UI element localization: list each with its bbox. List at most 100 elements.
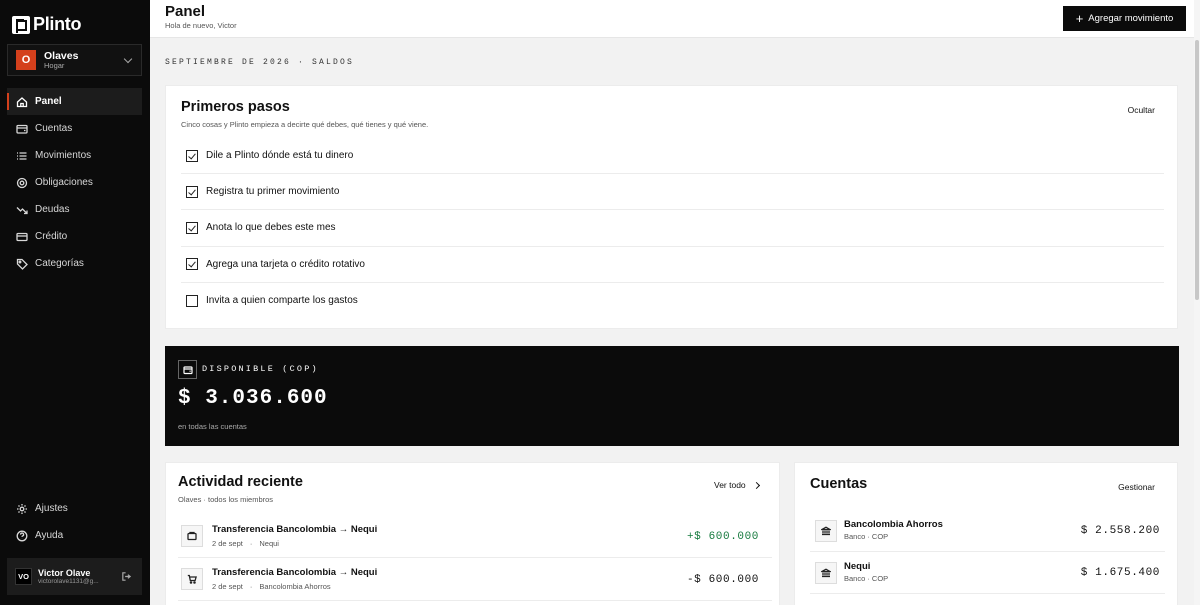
recent-activity-card: Actividad reciente Olaves · todos los mi… [165, 462, 780, 605]
cart-icon [181, 568, 203, 590]
logout-icon[interactable] [121, 571, 132, 582]
onboarding-item[interactable]: Dile a Plinto dónde está tu dinero [181, 138, 1164, 175]
onboarding-item[interactable]: Invita a quien comparte los gastos [181, 283, 1164, 319]
onboarding-item[interactable]: Agrega una tarjeta o crédito rotativo [181, 247, 1164, 283]
activity-separator: · [249, 581, 253, 591]
onboarding-item[interactable]: Registra tu primer movimiento [181, 174, 1164, 211]
plus-icon: + [1075, 11, 1084, 26]
workspace-name: Olaves [44, 49, 79, 62]
sidebar-item-movimientos[interactable]: Movimientos [7, 142, 142, 169]
bank-icon [815, 519, 837, 542]
topbar: Panel Hola de nuevo, Victor + Agregar mo… [150, 0, 1194, 38]
account-name: Bancolombia Ahorros [844, 519, 943, 531]
trend-down-icon [16, 204, 28, 216]
sidebar-item-obligaciones[interactable]: Obligaciones [7, 169, 142, 196]
onboarding-item[interactable]: Anota lo que debes este mes [181, 210, 1164, 247]
accounts-card: Cuentas Gestionar Bancolombia Ahorros Ba… [794, 462, 1178, 605]
account-meta: Banco · COP [844, 531, 889, 541]
scrollbar[interactable] [1194, 0, 1200, 605]
chevron-right-icon [752, 481, 760, 489]
activity-row[interactable]: Transferencia Bancolombia → Nequi 2 de s… [178, 515, 772, 558]
account-row[interactable]: Nequi Banco · COP $ 1.675.400 [810, 552, 1165, 594]
tag-icon [16, 258, 28, 270]
accounts-title: Cuentas [810, 476, 868, 492]
credit-card-icon [16, 231, 28, 243]
sidebar-item-cuentas[interactable]: Cuentas [7, 115, 142, 142]
sidebar-bottom-nav: Ajustes Ayuda [7, 495, 142, 549]
sidebar-item-label: Movimientos [35, 150, 92, 161]
target-icon [16, 177, 28, 189]
account-name: Nequi [844, 561, 871, 573]
app-name: Plinto [33, 14, 82, 34]
sidebar: Plinto O Olaves Hogar Panel Cuentas Movi… [0, 0, 150, 605]
page-title: Panel [165, 3, 206, 20]
chevron-down-icon [123, 54, 133, 64]
checkbox[interactable] [186, 258, 198, 271]
account-meta: Banco · COP [844, 573, 889, 583]
sidebar-item-label: Ajustes [35, 503, 68, 514]
accounts-list: Bancolombia Ahorros Banco · COP $ 2.558.… [810, 510, 1165, 594]
checkbox[interactable] [186, 294, 198, 307]
section-label: septiembre de 2026 · saldos [165, 58, 355, 67]
avatar: VO [15, 568, 32, 585]
wallet-icon [181, 525, 203, 547]
sidebar-item-label: Ayuda [35, 530, 64, 541]
activity-amount: +$ 600.000 [686, 531, 759, 543]
user-email: victorolave1131@g... [38, 577, 99, 585]
add-movement-button[interactable]: + Agregar movimiento [1063, 6, 1186, 31]
bank-icon [815, 561, 837, 584]
sidebar-item-label: Cuentas [35, 123, 73, 134]
sidebar-item-credito[interactable]: Crédito [7, 223, 142, 250]
activity-date: 2 de sept [212, 581, 243, 591]
onboarding-title: Primeros pasos [181, 99, 290, 115]
scrollbar-thumb[interactable] [1195, 40, 1199, 300]
hide-onboarding-button[interactable]: Ocultar [1128, 105, 1155, 115]
app-logo[interactable]: Plinto [12, 14, 82, 35]
sidebar-item-label: Obligaciones [35, 177, 93, 188]
sidebar-item-label: Deudas [35, 204, 70, 215]
sidebar-nav: Panel Cuentas Movimientos Obligaciones D… [7, 88, 142, 277]
sidebar-item-ayuda[interactable]: Ayuda [7, 522, 142, 549]
account-balance: $ 1.675.400 [1080, 567, 1160, 579]
wallet-icon [178, 360, 197, 379]
activity-name: Transferencia Bancolombia → Nequi [212, 524, 378, 536]
workspace-avatar: O [16, 50, 36, 70]
sidebar-item-ajustes[interactable]: Ajustes [7, 495, 142, 522]
onboarding-subtitle: Cinco cosas y Plinto empieza a decirte q… [181, 120, 429, 129]
activity-name: Transferencia Bancolombia → Nequi [212, 567, 378, 579]
view-all-label: Ver todo [714, 480, 746, 490]
user-name: Victor Olave [38, 567, 91, 578]
sidebar-item-deudas[interactable]: Deudas [7, 196, 142, 223]
list-icon [16, 150, 28, 162]
activity-amount: -$ 600.000 [686, 574, 759, 586]
balance-note: en todas las cuentas [178, 422, 247, 431]
manage-accounts-link[interactable]: Gestionar [1118, 482, 1155, 492]
activity-account: Bancolombia Ahorros [259, 581, 331, 591]
onboarding-item-label: Dile a Plinto dónde está tu dinero [206, 150, 354, 162]
view-all-link[interactable]: Ver todo [714, 480, 760, 490]
activity-list: Transferencia Bancolombia → Nequi 2 de s… [178, 515, 772, 601]
user-profile[interactable]: VO Victor Olave victorolave1131@g... [7, 558, 142, 595]
onboarding-card: Primeros pasos Cinco cosas y Plinto empi… [165, 85, 1178, 329]
onboarding-item-label: Anota lo que debes este mes [206, 222, 336, 234]
sidebar-item-categorias[interactable]: Categorías [7, 250, 142, 277]
workspace-type: Hogar [44, 60, 65, 70]
sidebar-item-label: Crédito [35, 231, 68, 242]
sidebar-item-label: Categorías [35, 258, 84, 269]
onboarding-item-label: Registra tu primer movimiento [206, 186, 340, 198]
page-subtitle: Hola de nuevo, Victor [165, 21, 237, 30]
account-balance: $ 2.558.200 [1080, 525, 1160, 537]
checkbox[interactable] [186, 221, 198, 234]
account-row[interactable]: Bancolombia Ahorros Banco · COP $ 2.558.… [810, 510, 1165, 552]
checkbox[interactable] [186, 149, 198, 162]
activity-title: Actividad reciente [178, 474, 303, 490]
gear-icon [16, 503, 28, 515]
activity-date: 2 de sept [212, 538, 243, 548]
checkbox[interactable] [186, 185, 198, 198]
onboarding-item-label: Agrega una tarjeta o crédito rotativo [206, 258, 365, 270]
balance-card: DISPONIBLE (COP) $ 3.036.600 en todas la… [165, 346, 1179, 446]
activity-row[interactable]: Transferencia Bancolombia → Nequi 2 de s… [178, 558, 772, 601]
activity-subtitle: Olaves · todos los miembros [178, 495, 274, 504]
sidebar-item-panel[interactable]: Panel [7, 88, 142, 115]
workspace-switcher[interactable]: O Olaves Hogar [7, 44, 142, 76]
